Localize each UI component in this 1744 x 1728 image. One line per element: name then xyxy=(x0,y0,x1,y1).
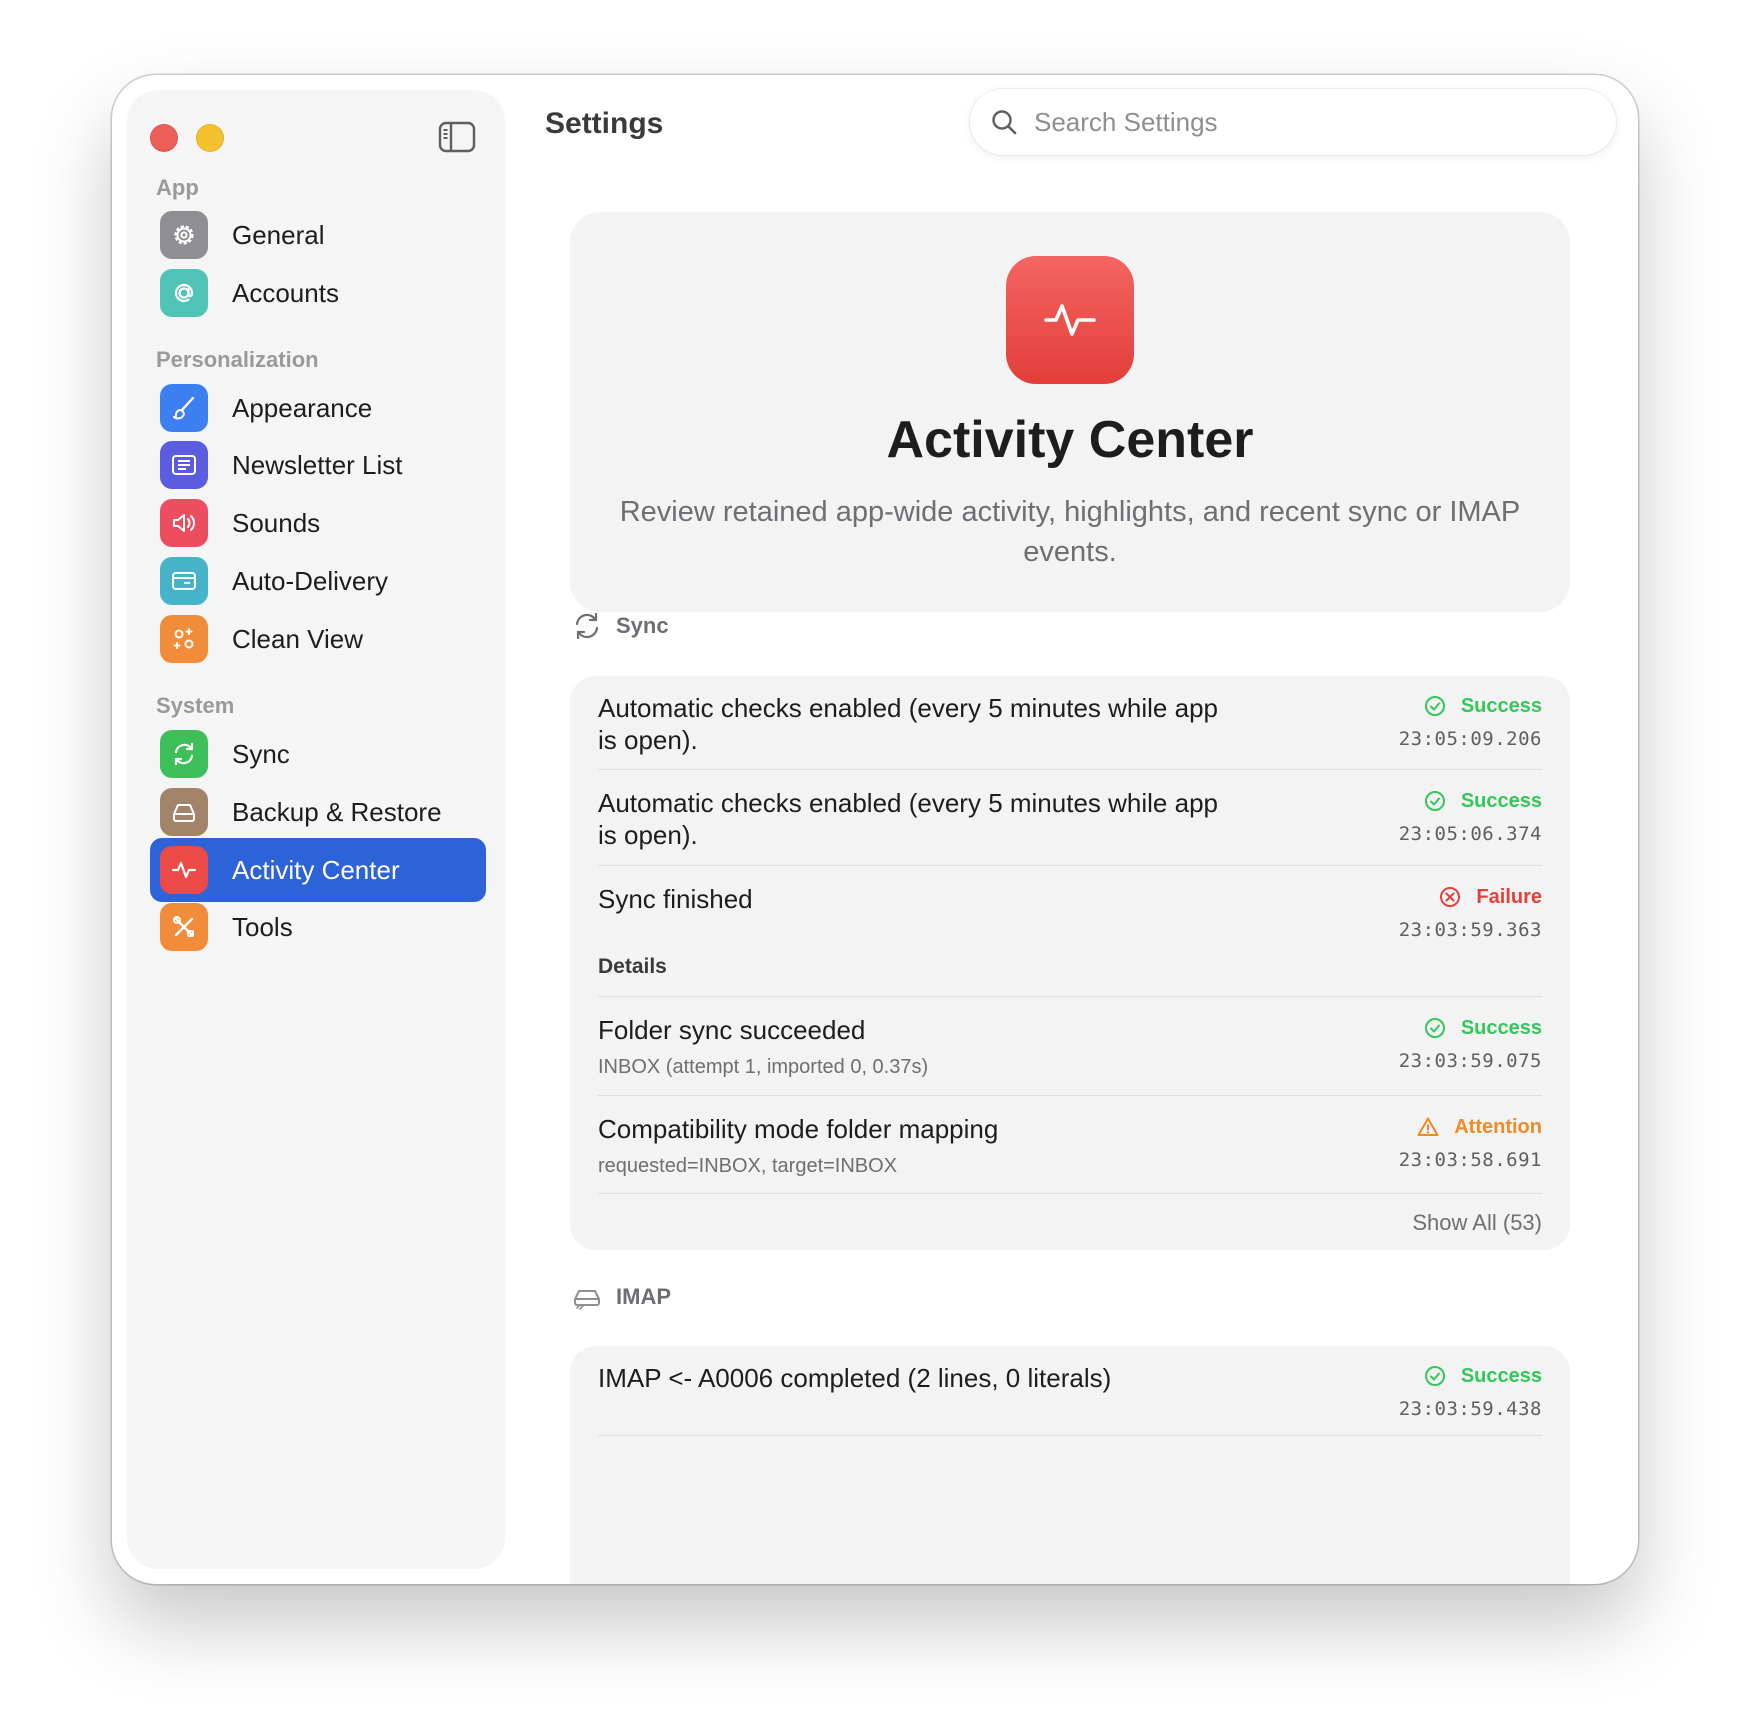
sidebar-item-newsletter-list[interactable]: Newsletter List xyxy=(150,433,486,497)
sidebar-item-label: Backup & Restore xyxy=(232,796,442,827)
status-label: Success xyxy=(1460,694,1542,717)
status-label: Success xyxy=(1460,1364,1542,1387)
card-icon xyxy=(160,557,208,605)
section-label-personalization: Personalization xyxy=(156,347,319,372)
status-badge: Success xyxy=(1423,789,1542,813)
status-label: Success xyxy=(1460,1016,1542,1039)
row-title: Folder sync succeeded xyxy=(598,1015,866,1045)
checkmark-circle-icon xyxy=(1424,791,1445,811)
drive-icon xyxy=(160,788,208,836)
checkmark-circle-icon xyxy=(1424,1366,1445,1386)
sidebar-item-sounds[interactable]: Sounds xyxy=(150,491,486,555)
settings-window: App General Accounts Personalization App… xyxy=(112,75,1638,1584)
row-subtitle: requested=INBOX, target=INBOX xyxy=(598,1155,898,1177)
list-item[interactable]: Compatibility mode folder mapping reques… xyxy=(598,1097,1542,1194)
list-item[interactable]: Folder sync succeeded INBOX (attempt 1, … xyxy=(598,998,1542,1096)
sidebar-item-label: Tools xyxy=(232,911,293,942)
sparkles-icon xyxy=(160,615,208,663)
search-bar[interactable] xyxy=(970,89,1616,155)
timestamp: 23:03:59.075 xyxy=(1398,1050,1542,1072)
row-title: Compatibility mode folder mapping xyxy=(598,1114,999,1144)
paintbrush-icon xyxy=(160,384,208,432)
gear-icon xyxy=(160,211,208,259)
imap-section-header: IMAP xyxy=(570,1280,671,1314)
sidebar-item-label: General xyxy=(232,219,325,250)
sidebar-item-tools[interactable]: Tools xyxy=(150,895,486,959)
sidebar-item-label: Sounds xyxy=(232,507,321,538)
sync-activity-card: Automatic checks enabled (every 5 minute… xyxy=(570,676,1570,1250)
sidebar-item-label: Accounts xyxy=(232,277,339,308)
imap-section-title: IMAP xyxy=(616,1284,671,1309)
hero-title: Activity Center xyxy=(886,411,1254,469)
timestamp: 23:03:58.691 xyxy=(1398,1149,1542,1171)
list-item[interactable]: IMAP <- A0006 completed (2 lines, 0 lite… xyxy=(598,1346,1542,1436)
speaker-icon xyxy=(160,499,208,547)
section-label-app: App xyxy=(156,175,199,200)
timestamp: 23:05:06.374 xyxy=(1398,823,1542,845)
status-label: Failure xyxy=(1476,885,1542,908)
row-title: Automatic checks enabled (every 5 minute… xyxy=(598,788,1218,850)
sidebar-toggle-icon[interactable] xyxy=(438,121,476,153)
sidebar-item-general[interactable]: General xyxy=(150,203,486,267)
row-title: Sync finished xyxy=(598,884,753,914)
row-subtitle: INBOX (attempt 1, imported 0, 0.37s) xyxy=(598,1056,929,1078)
sync-section-title: Sync xyxy=(616,613,669,638)
sync-icon xyxy=(160,730,208,778)
list-item[interactable]: Automatic checks enabled (every 5 minute… xyxy=(598,676,1542,770)
show-all-button[interactable]: Show All (53) xyxy=(1412,1210,1542,1236)
newspaper-icon xyxy=(160,441,208,489)
sidebar-item-clean-view[interactable]: Clean View xyxy=(150,607,486,671)
server-drive-icon xyxy=(574,1290,600,1310)
section-label-system: System xyxy=(156,693,235,718)
sidebar-item-label: Appearance xyxy=(232,392,373,423)
sidebar-item-label: Sync xyxy=(232,738,290,769)
timestamp: 23:03:59.363 xyxy=(1398,919,1542,941)
sidebar-item-label: Activity Center xyxy=(232,854,400,885)
sidebar-item-label: Auto-Delivery xyxy=(232,565,389,596)
timestamp: 23:03:59.438 xyxy=(1398,1398,1542,1420)
status-badge: Success xyxy=(1423,1364,1542,1388)
sidebar-item-accounts[interactable]: Accounts xyxy=(150,261,486,325)
hero-card: Activity Center Review retained app-wide… xyxy=(570,212,1570,612)
close-window-button[interactable] xyxy=(150,124,178,152)
list-item[interactable]: Sync finished Details Failure 23:03:59.3… xyxy=(598,867,1542,997)
list-item[interactable]: Automatic checks enabled (every 5 minute… xyxy=(598,771,1542,866)
waveform-icon xyxy=(1006,256,1134,384)
at-icon xyxy=(160,269,208,317)
search-icon xyxy=(992,110,1017,135)
row-title: Automatic checks enabled (every 5 minute… xyxy=(598,693,1218,755)
sidebar-item-label: Newsletter List xyxy=(232,449,403,480)
search-input[interactable] xyxy=(1032,105,1596,139)
minimize-window-button[interactable] xyxy=(196,124,224,152)
status-label: Success xyxy=(1460,789,1542,812)
status-badge: Success xyxy=(1423,694,1542,718)
sidebar-item-sync[interactable]: Sync xyxy=(150,722,486,786)
timestamp: 23:05:09.206 xyxy=(1398,728,1542,750)
status-label: Attention xyxy=(1454,1115,1542,1138)
details-label[interactable]: Details xyxy=(598,955,667,979)
sidebar-item-label: Clean View xyxy=(232,623,364,654)
warning-triangle-icon xyxy=(1417,1117,1439,1136)
status-badge: Success xyxy=(1423,1016,1542,1040)
sidebar-item-activity-center[interactable]: Activity Center xyxy=(150,838,486,902)
sidebar: App General Accounts Personalization App… xyxy=(128,91,504,1568)
status-badge: Failure xyxy=(1438,885,1542,909)
sidebar-item-backup-restore[interactable]: Backup & Restore xyxy=(150,780,486,844)
waveform-icon xyxy=(160,846,208,894)
sync-section-header: Sync xyxy=(570,609,669,643)
sidebar-item-auto-delivery[interactable]: Auto-Delivery xyxy=(150,549,486,613)
page-title: Settings xyxy=(545,107,664,140)
imap-activity-card: IMAP <- A0006 completed (2 lines, 0 lite… xyxy=(570,1346,1570,1584)
checkmark-circle-icon xyxy=(1424,1018,1445,1038)
xmark-circle-icon xyxy=(1440,887,1461,907)
sync-icon xyxy=(575,612,599,640)
sidebar-item-appearance[interactable]: Appearance xyxy=(150,376,486,440)
checkmark-circle-icon xyxy=(1424,696,1445,716)
row-title: IMAP <- A0006 completed (2 lines, 0 lite… xyxy=(598,1363,1112,1393)
status-badge: Attention xyxy=(1416,1115,1542,1139)
hero-description: Review retained app-wide activity, highl… xyxy=(619,496,1521,568)
tools-icon xyxy=(160,903,208,951)
